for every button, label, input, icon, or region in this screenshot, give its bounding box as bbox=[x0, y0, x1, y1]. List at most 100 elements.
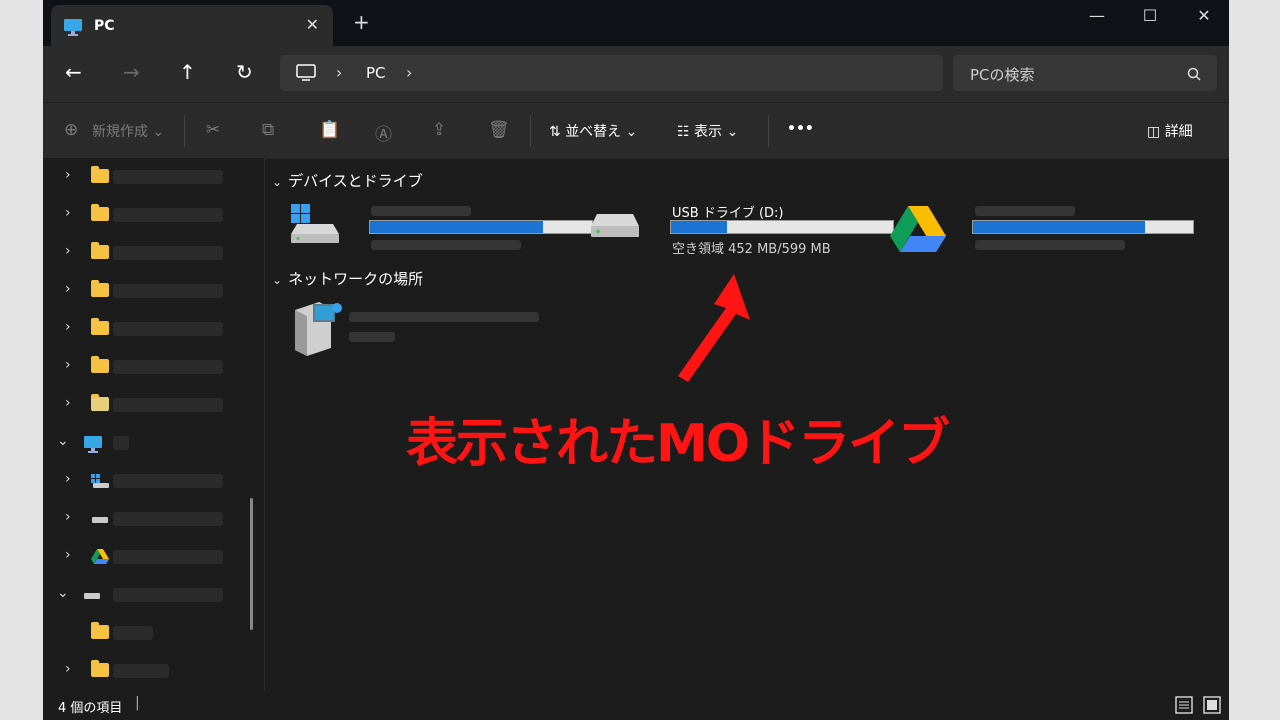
blurred-label bbox=[113, 550, 223, 564]
sidebar-item[interactable]: › bbox=[43, 158, 263, 196]
chevron-right-icon[interactable]: › bbox=[65, 661, 71, 677]
drive-name: USB ドライブ (D:) bbox=[672, 206, 784, 221]
blurred-label bbox=[113, 436, 129, 450]
copy-icon[interactable]: ⧉ bbox=[262, 120, 274, 140]
chevron-down-icon[interactable]: ⌄ bbox=[272, 273, 282, 287]
chevron-down-icon[interactable]: ⌄ bbox=[57, 433, 69, 449]
chevron-right-icon[interactable]: › bbox=[65, 509, 71, 525]
sidebar-item[interactable]: › bbox=[43, 538, 263, 576]
sidebar-item-usb-drive[interactable]: ⌄ bbox=[43, 576, 263, 614]
chevron-right-icon[interactable]: › bbox=[65, 547, 71, 563]
google-drive-icon bbox=[91, 549, 109, 569]
windows-disk-icon bbox=[91, 473, 109, 492]
forward-button[interactable]: → bbox=[123, 62, 140, 82]
title-bar: PC ✕ + — ☐ ✕ bbox=[43, 0, 1229, 46]
divider bbox=[530, 115, 531, 147]
back-button[interactable]: ← bbox=[65, 62, 82, 82]
sidebar-item[interactable]: › bbox=[43, 272, 263, 310]
sidebar-item[interactable]: › bbox=[43, 500, 263, 538]
group-title: デバイスとドライブ bbox=[288, 172, 423, 190]
sidebar-item[interactable]: › bbox=[43, 310, 263, 348]
blurred-label bbox=[349, 332, 395, 342]
view-label: 表示 bbox=[694, 124, 723, 140]
windows-disk-icon bbox=[289, 202, 341, 248]
tab-close-icon[interactable]: ✕ bbox=[306, 15, 319, 34]
share-icon[interactable]: ⇪ bbox=[432, 120, 446, 140]
up-button[interactable]: ↑ bbox=[179, 62, 196, 82]
drive-item-usb-d[interactable]: USB ドライブ (D:) 空き領域 452 MB/599 MB bbox=[585, 200, 894, 260]
address-bar[interactable]: › PC › bbox=[280, 55, 943, 91]
blurred-label bbox=[975, 240, 1125, 250]
sidebar-item[interactable]: › bbox=[43, 196, 263, 234]
chevron-down-icon[interactable]: ⌄ bbox=[272, 175, 282, 189]
rename-icon[interactable]: Ⓐ bbox=[375, 120, 392, 145]
folder-icon bbox=[91, 242, 109, 259]
chevron-right-icon[interactable]: › bbox=[65, 471, 71, 487]
blurred-label bbox=[113, 322, 223, 336]
drive-icon bbox=[83, 587, 101, 606]
minimize-button[interactable]: — bbox=[1077, 6, 1117, 25]
sidebar-item[interactable]: › bbox=[43, 386, 263, 424]
close-button[interactable]: ✕ bbox=[1184, 6, 1224, 25]
blurred-label bbox=[113, 360, 223, 374]
group-title: ネットワークの場所 bbox=[288, 270, 424, 288]
chevron-right-icon[interactable]: › bbox=[65, 205, 71, 221]
sidebar-item[interactable]: › bbox=[43, 348, 263, 386]
chevron-right-icon[interactable]: › bbox=[65, 281, 71, 297]
blurred-label bbox=[113, 512, 223, 526]
group-header-network[interactable]: ⌄ ネットワークの場所 bbox=[272, 268, 423, 289]
monitor-icon bbox=[296, 64, 316, 86]
blurred-label bbox=[975, 206, 1075, 216]
search-box[interactable]: PCの検索 bbox=[953, 55, 1217, 91]
blurred-label bbox=[349, 312, 539, 322]
drive-icon bbox=[589, 212, 641, 248]
group-header-devices[interactable]: ⌄ デバイスとドライブ bbox=[272, 170, 423, 191]
sort-icon: ⇅ bbox=[549, 124, 561, 140]
drive-item-google[interactable] bbox=[885, 200, 1215, 260]
paste-icon[interactable]: 📋 bbox=[319, 120, 340, 140]
chevron-right-icon[interactable]: › bbox=[65, 243, 71, 259]
chevron-down-icon[interactable]: ⌄ bbox=[57, 585, 69, 601]
view-button[interactable]: ☷ 表示 ⌄ bbox=[677, 121, 738, 141]
pc-icon bbox=[63, 18, 83, 40]
blurred-label bbox=[113, 170, 223, 184]
blurred-label bbox=[113, 284, 223, 298]
maximize-button[interactable]: ☐ bbox=[1130, 6, 1170, 25]
details-button[interactable]: ◫ 詳細 bbox=[1147, 121, 1193, 141]
chevron-right-icon[interactable]: › bbox=[65, 357, 71, 373]
chevron-right-icon[interactable]: › bbox=[65, 167, 71, 183]
new-tab-button[interactable]: + bbox=[353, 12, 370, 32]
details-view-icon[interactable] bbox=[1175, 696, 1193, 714]
sidebar-scrollbar[interactable] bbox=[250, 498, 253, 630]
cut-icon[interactable]: ✂ bbox=[206, 120, 220, 140]
chevron-right-icon[interactable]: › bbox=[65, 319, 71, 335]
sidebar-item[interactable]: › bbox=[43, 234, 263, 272]
tab-pc[interactable]: PC ✕ bbox=[51, 5, 333, 46]
sidebar-item[interactable] bbox=[43, 614, 263, 652]
sidebar-item-pc[interactable]: ⌄ bbox=[43, 424, 263, 462]
blurred-label bbox=[113, 626, 153, 640]
drive-item-c[interactable] bbox=[285, 200, 593, 260]
search-icon[interactable] bbox=[1187, 66, 1201, 85]
annotation-arrow bbox=[678, 274, 750, 382]
details-label: 詳細 bbox=[1164, 124, 1193, 140]
chevron-right-icon[interactable]: › bbox=[406, 63, 412, 82]
new-button[interactable]: 新規作成 ⌄ bbox=[92, 121, 164, 141]
folder-icon bbox=[91, 280, 109, 297]
refresh-button[interactable]: ↻ bbox=[236, 62, 253, 82]
delete-icon[interactable]: 🗑 bbox=[488, 120, 510, 140]
google-drive-icon bbox=[890, 204, 946, 256]
sort-label: 並べ替え bbox=[565, 124, 622, 140]
sort-button[interactable]: ⇅ 並べ替え ⌄ bbox=[549, 121, 637, 141]
sidebar-item[interactable]: › bbox=[43, 652, 263, 690]
more-button[interactable]: ••• bbox=[787, 121, 814, 137]
search-placeholder: PCの検索 bbox=[970, 66, 1035, 84]
folder-icon bbox=[91, 622, 109, 639]
annotation-text: 表示されたMOドライブ bbox=[406, 414, 950, 474]
breadcrumb-pc[interactable]: PC bbox=[366, 64, 386, 82]
network-location-item[interactable] bbox=[289, 298, 549, 358]
chevron-right-icon[interactable]: › bbox=[65, 395, 71, 411]
tiles-view-icon[interactable] bbox=[1203, 696, 1221, 714]
new-icon: ⊕ bbox=[64, 120, 79, 140]
sidebar-item[interactable]: › bbox=[43, 462, 263, 500]
